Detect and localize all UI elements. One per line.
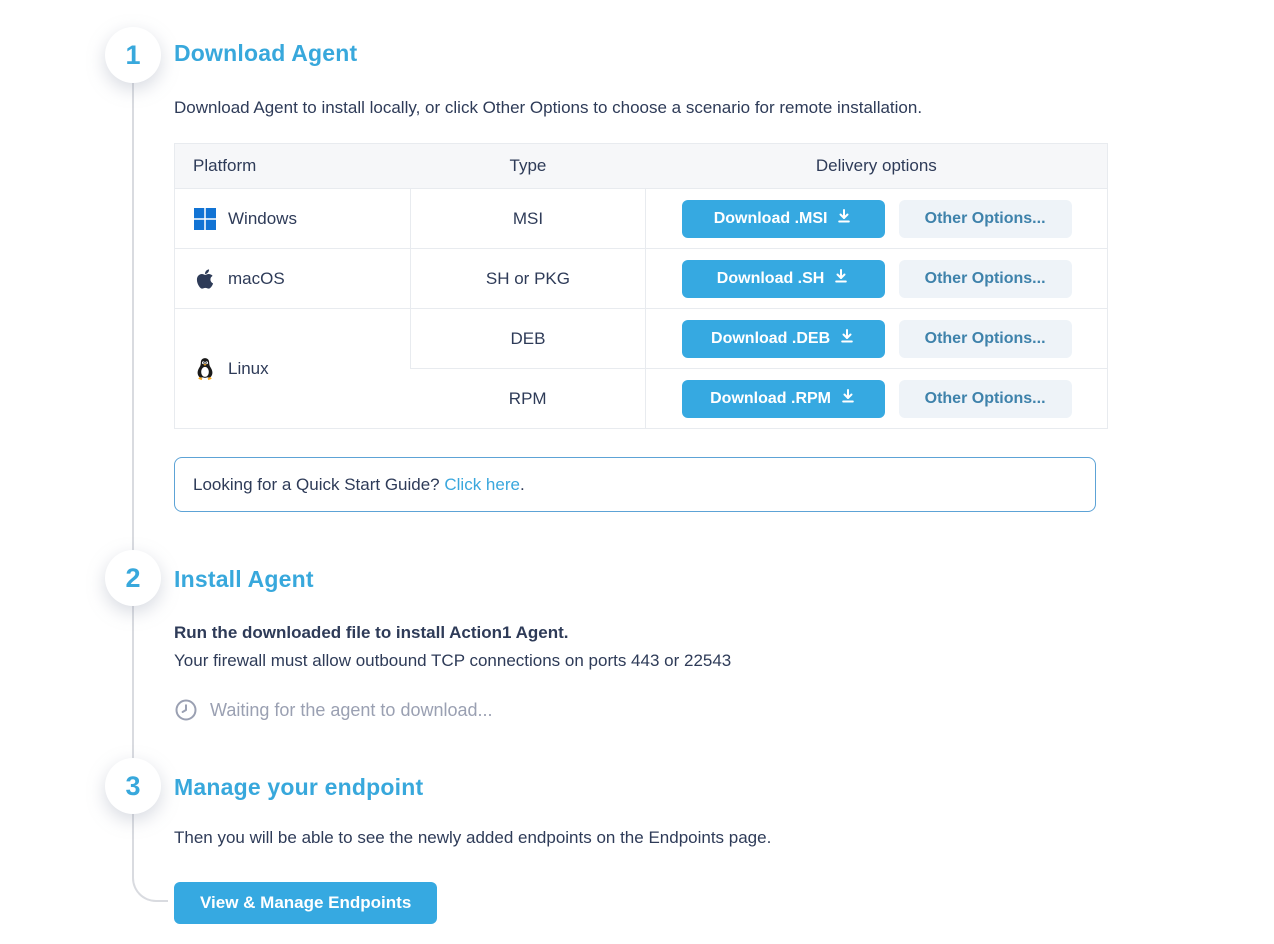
- download-icon: [840, 388, 856, 409]
- other-options-macos-button[interactable]: Other Options...: [899, 260, 1072, 298]
- table-header-row: Platform Type Delivery options: [175, 144, 1108, 189]
- type-windows: MSI: [410, 189, 645, 249]
- download-msi-button[interactable]: Download .MSI: [682, 200, 885, 238]
- download-icon: [839, 328, 855, 349]
- step-1-title: Download Agent: [174, 38, 1108, 68]
- quick-start-banner: Looking for a Quick Start Guide? Click h…: [174, 457, 1096, 512]
- step-2-title: Install Agent: [174, 564, 1108, 594]
- other-options-windows-button[interactable]: Other Options...: [899, 200, 1072, 238]
- step-3-number: 3: [125, 771, 140, 802]
- windows-logo-icon: [193, 207, 217, 231]
- step-3-description: Then you will be able to see the newly a…: [174, 826, 1108, 850]
- linux-tux-icon: [193, 357, 217, 381]
- quick-start-text: Looking for a Quick Start Guide?: [193, 475, 444, 495]
- download-table: Platform Type Delivery options Windows: [174, 143, 1108, 429]
- download-rpm-button[interactable]: Download .RPM: [682, 380, 885, 418]
- column-header-platform: Platform: [175, 144, 411, 189]
- step-2-firewall-note: Your firewall must allow outbound TCP co…: [174, 648, 1108, 674]
- type-macos: SH or PKG: [410, 249, 645, 309]
- steps-content: Download Agent Download Agent to install…: [174, 0, 1108, 924]
- download-icon: [833, 268, 849, 289]
- download-msi-label: Download .MSI: [714, 210, 828, 228]
- download-icon: [836, 208, 852, 229]
- platform-label-windows: Windows: [228, 209, 297, 229]
- step-1-number: 1: [125, 40, 140, 71]
- quick-start-link[interactable]: Click here: [444, 475, 520, 495]
- type-linux-deb: DEB: [410, 309, 645, 369]
- table-row-macos: macOS SH or PKG Download .SH: [175, 249, 1108, 309]
- step-2-badge: 2: [105, 550, 161, 606]
- step-2-instruction: Run the downloaded file to install Actio…: [174, 620, 1108, 646]
- download-deb-button[interactable]: Download .DEB: [682, 320, 885, 358]
- table-row-windows: Windows MSI Download .MSI Oth: [175, 189, 1108, 249]
- platform-label-macos: macOS: [228, 269, 285, 289]
- column-header-type: Type: [410, 144, 645, 189]
- step-2-number: 2: [125, 563, 140, 594]
- download-sh-button[interactable]: Download .SH: [682, 260, 885, 298]
- type-linux-rpm: RPM: [410, 369, 645, 429]
- table-row-linux-deb: Linux DEB Download .DEB Other: [175, 309, 1108, 369]
- waiting-status: Waiting for the agent to download...: [174, 696, 1108, 724]
- download-sh-label: Download .SH: [717, 270, 825, 288]
- other-options-deb-button[interactable]: Other Options...: [899, 320, 1072, 358]
- platform-label-linux: Linux: [228, 359, 269, 379]
- step-1-description: Download Agent to install locally, or cl…: [174, 96, 1108, 120]
- other-options-rpm-button[interactable]: Other Options...: [899, 380, 1072, 418]
- quick-start-period: .: [520, 475, 525, 495]
- step-3-title: Manage your endpoint: [174, 772, 1108, 802]
- agent-setup-page: 1 2 3 Download Agent Download Agent to i…: [0, 0, 1274, 944]
- download-deb-label: Download .DEB: [711, 330, 830, 348]
- clock-icon: [174, 698, 198, 722]
- column-header-delivery-options: Delivery options: [646, 144, 1108, 189]
- download-rpm-label: Download .RPM: [710, 390, 831, 408]
- waiting-status-text: Waiting for the agent to download...: [210, 700, 493, 721]
- view-manage-endpoints-button[interactable]: View & Manage Endpoints: [174, 882, 437, 924]
- apple-logo-icon: [193, 267, 217, 291]
- step-1-badge: 1: [105, 27, 161, 83]
- step-3-badge: 3: [105, 758, 161, 814]
